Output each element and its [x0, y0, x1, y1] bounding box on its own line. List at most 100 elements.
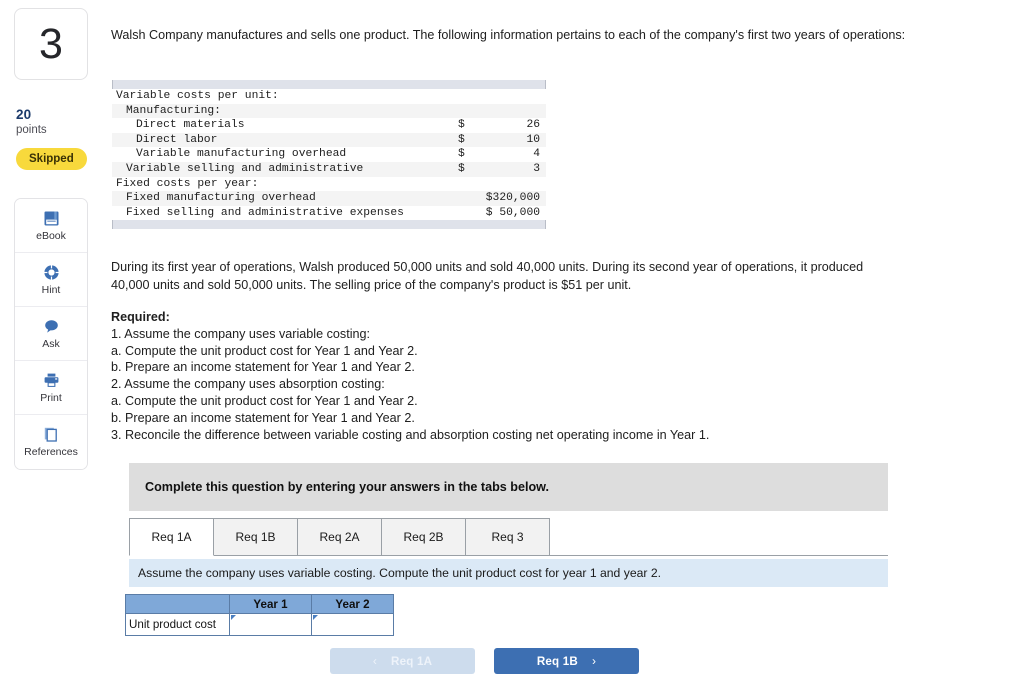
table-row: Variable manufacturing overhead $ 4 — [112, 147, 546, 162]
next-requirement-label: Req 1B — [536, 654, 578, 668]
answer-row-label: Unit product cost — [125, 613, 230, 636]
tab-instruction-text: Assume the company uses variable costing… — [138, 566, 661, 580]
exhibit-table-body: Variable costs per unit: Manufacturing: … — [112, 89, 546, 220]
answer-column-header-year-1: Year 1 — [229, 594, 312, 614]
exhibit-bottom-band — [112, 220, 546, 230]
previous-requirement-button[interactable]: ‹ Req 1A — [330, 648, 475, 674]
table-row: Direct materials $ 26 — [112, 118, 546, 133]
tab-label: Req 1B — [235, 530, 276, 544]
tab-req-3[interactable]: Req 3 — [465, 518, 550, 556]
exhibit-row-currency: $ — [458, 161, 484, 177]
chevron-left-icon: ‹ — [372, 654, 378, 668]
complete-question-banner: Complete this question by entering your … — [129, 463, 888, 511]
ebook-button[interactable]: eBook — [15, 199, 87, 253]
answer-table-header-row: Year 1 Year 2 — [125, 594, 394, 614]
table-row: Variable selling and administrative $ 3 — [112, 161, 546, 177]
required-line: 2. Assume the company uses absorption co… — [111, 377, 385, 392]
answer-column-header-year-2: Year 2 — [311, 594, 394, 614]
table-row: Manufacturing: — [112, 103, 546, 119]
exhibit-table: Variable costs per unit: Manufacturing: … — [112, 89, 546, 220]
references-button[interactable]: References — [15, 415, 87, 469]
ebook-icon — [43, 210, 60, 227]
previous-requirement-label: Req 1A — [391, 654, 433, 668]
status-badge: Skipped — [16, 148, 87, 170]
question-number: 3 — [39, 19, 63, 68]
exhibit-row-value: 26 — [526, 119, 540, 132]
tab-label: Req 3 — [491, 530, 524, 544]
chevron-right-icon: › — [591, 654, 597, 668]
question-number-card: 3 — [14, 8, 88, 80]
exhibit-row-value: $ 50,000 — [485, 206, 540, 219]
lifebuoy-icon — [43, 264, 60, 281]
exhibit-row-value — [484, 103, 546, 119]
tab-req-2b[interactable]: Req 2B — [381, 518, 466, 556]
exhibit-row-label: Fixed costs per year: — [116, 177, 259, 190]
tab-req-1b[interactable]: Req 1B — [213, 518, 298, 556]
required-line: 3. Reconcile the difference between vari… — [111, 427, 710, 442]
required-line: a. Compute the unit product cost for Yea… — [111, 343, 418, 358]
exhibit-row-label: Direct materials — [136, 119, 245, 132]
exhibit-row-currency: $ — [458, 132, 484, 148]
exhibit-row-currency: $ — [458, 119, 465, 132]
tab-label: Req 2B — [403, 530, 444, 544]
required-line: a. Compute the unit product cost for Yea… — [111, 393, 418, 408]
tab-label: Req 1A — [151, 530, 192, 544]
points-value: 20 — [16, 107, 32, 122]
exhibit-row-currency — [458, 103, 484, 119]
answer-table-corner — [125, 594, 230, 614]
exhibit-row-label: Direct labor — [112, 132, 458, 148]
exhibit-row-value: 3 — [484, 161, 546, 177]
tool-panel: eBook Hint Ask Print References — [14, 198, 88, 470]
exhibit-row-currency: $ — [458, 148, 465, 161]
answer-table: Year 1 Year 2 Unit product cost — [125, 594, 394, 636]
exhibit-top-band — [112, 80, 546, 89]
table-row: Fixed selling and administrative expense… — [112, 206, 546, 221]
ask-button[interactable]: Ask — [15, 307, 87, 361]
printer-icon — [43, 372, 60, 389]
exhibit-row-label: Manufacturing: — [112, 103, 458, 119]
ebook-label: eBook — [36, 229, 66, 242]
exhibit-row-label: Variable manufacturing overhead — [136, 148, 347, 161]
exhibit-row-label: Variable costs per unit: — [116, 90, 279, 102]
required-line: 1. Assume the company uses variable cost… — [111, 326, 371, 341]
ask-label: Ask — [42, 337, 60, 350]
exhibit-row-value — [484, 177, 546, 192]
complete-question-text: Complete this question by entering your … — [145, 480, 549, 494]
chat-bubble-icon — [43, 318, 60, 335]
operations-paragraph: During its first year of operations, Wal… — [111, 260, 864, 292]
print-label: Print — [40, 391, 62, 404]
requirement-tabs: Req 1A Req 1B Req 2A Req 2B Req 3 — [129, 518, 888, 556]
print-button[interactable]: Print — [15, 361, 87, 415]
left-rail: 3 20 points Skipped eBook Hint Ask Print… — [0, 0, 104, 686]
exhibit-row-value — [484, 89, 546, 104]
unit-product-cost-year-1-input[interactable] — [229, 613, 312, 636]
answer-table-body: Year 1 Year 2 Unit product cost — [125, 594, 394, 636]
exhibit-row-label: Fixed manufacturing overhead — [112, 191, 458, 206]
hint-button[interactable]: Hint — [15, 253, 87, 307]
required-line: b. Prepare an income statement for Year … — [111, 360, 415, 375]
exhibit-row-value: 10 — [484, 132, 546, 148]
exhibit-row-label: Fixed selling and administrative expense… — [126, 206, 404, 219]
references-label: References — [24, 446, 78, 459]
question-page: 3 20 points Skipped eBook Hint Ask Print… — [0, 0, 1024, 686]
tab-instruction-banner: Assume the company uses variable costing… — [129, 559, 888, 587]
tab-label: Req 2A — [319, 530, 360, 544]
next-requirement-button[interactable]: Req 1B › — [494, 648, 639, 674]
exhibit-row-value: $320,000 — [458, 191, 546, 206]
table-row: Fixed manufacturing overhead $320,000 — [112, 191, 546, 206]
status-badge-label: Skipped — [29, 153, 74, 165]
table-row: Unit product cost — [125, 613, 394, 636]
hint-label: Hint — [41, 283, 61, 296]
required-section: Required: 1. Assume the company uses var… — [111, 309, 811, 443]
unit-product-cost-year-2-input[interactable] — [311, 613, 394, 636]
table-row: Variable costs per unit: — [112, 89, 546, 104]
points-label: points — [16, 124, 47, 136]
exhibit-row-currency — [458, 177, 484, 192]
required-heading: Required: — [111, 310, 170, 324]
table-row: Fixed costs per year: — [112, 177, 546, 192]
tab-req-2a[interactable]: Req 2A — [297, 518, 382, 556]
table-row: Direct labor $ 10 — [112, 132, 546, 148]
documents-icon — [43, 426, 60, 443]
tab-req-1a[interactable]: Req 1A — [129, 518, 214, 556]
intro-paragraph: Walsh Company manufactures and sells one… — [111, 28, 906, 42]
